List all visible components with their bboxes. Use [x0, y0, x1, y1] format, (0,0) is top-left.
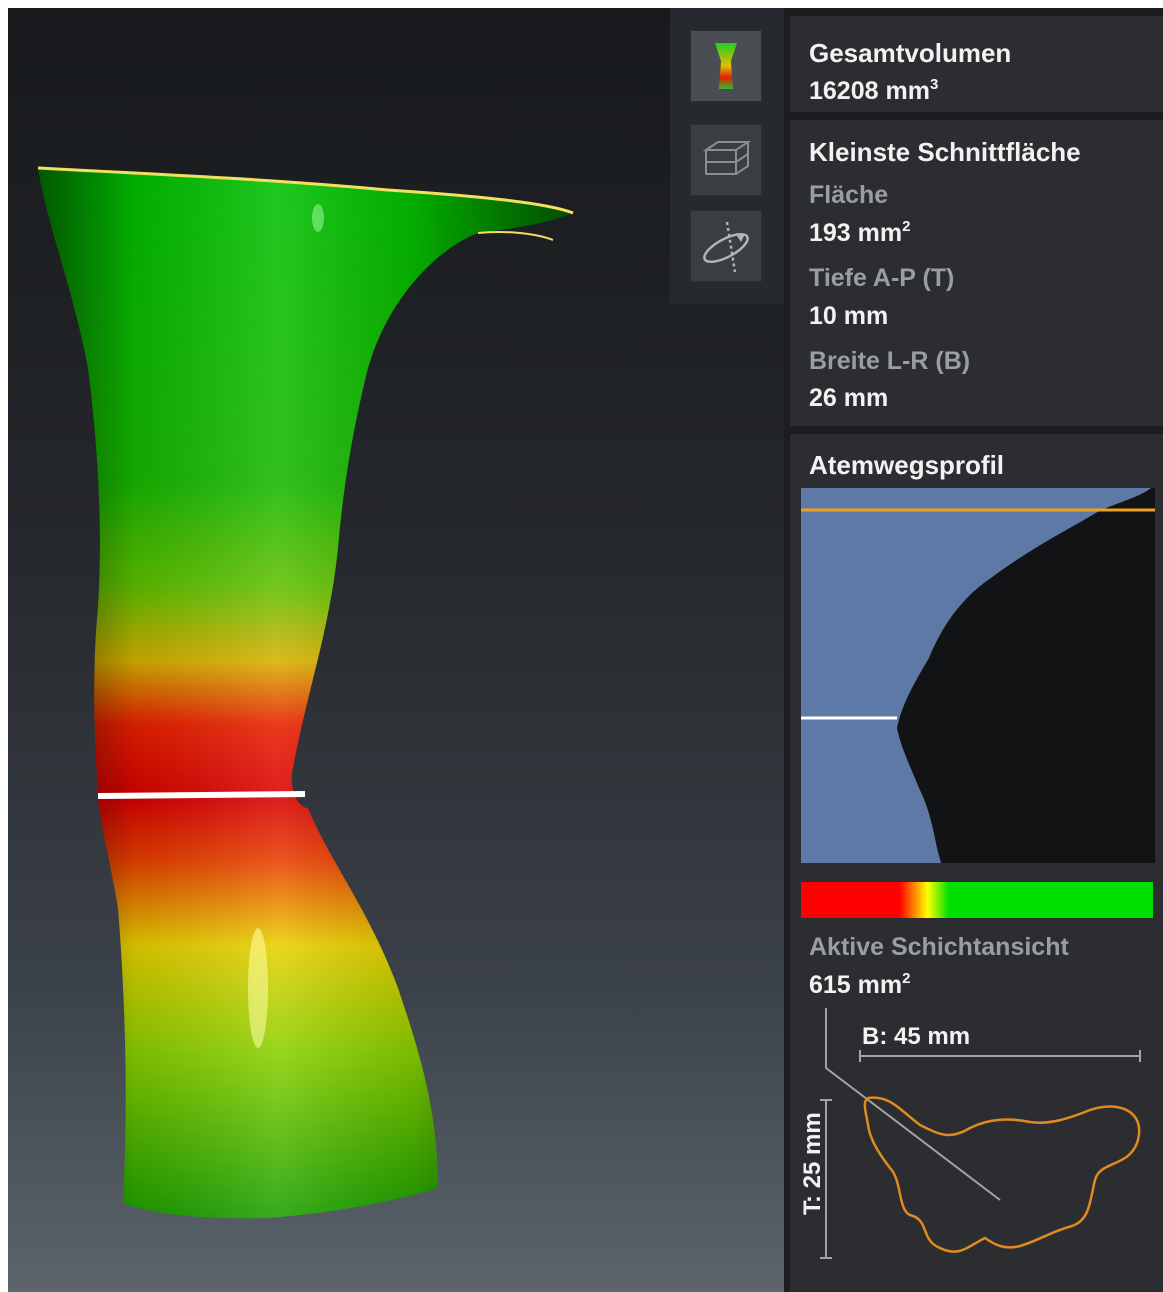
width-label: Breite L-R (B): [809, 347, 971, 375]
depth-value: 10 mm: [809, 302, 889, 330]
total-volume-title: Gesamtvolumen: [809, 38, 1012, 68]
width-measure-label: B: 45 mm: [862, 1023, 970, 1050]
rotate-plane-icon: [703, 221, 749, 273]
depth-label: Tiefe A-P (T): [809, 264, 955, 292]
smallest-section-box: Kleinste Schnittfläche Fläche 193 mm2 Ti…: [790, 120, 1163, 426]
area-value: 193 mm2: [809, 218, 911, 247]
airway-profile-graph[interactable]: [801, 488, 1155, 863]
smallest-section-title: Kleinste Schnittfläche: [809, 137, 1081, 167]
section-box-button[interactable]: [690, 124, 762, 196]
total-volume-value: 16208 mm3: [809, 76, 939, 105]
color-scale-bar: [801, 882, 1153, 918]
active-slice-label: Aktive Schichtansicht: [809, 933, 1069, 961]
airway-profile-box: Atemwegsprofil Aktive Schichtansicht 615…: [790, 434, 1163, 1292]
airway-3d-model[interactable]: [8, 8, 784, 1292]
cross-section-view: B: 45 mm T: 25 mm: [799, 1008, 1141, 1259]
3d-viewport[interactable]: [8, 8, 784, 1292]
width-value: 26 mm: [809, 384, 889, 412]
cross-section-contour: [863, 1096, 1141, 1253]
info-panel: Gesamtvolumen 16208 mm3 Kleinste Schnitt…: [784, 8, 1163, 1292]
area-label: Fläche: [809, 181, 889, 209]
section-box-icon: [702, 141, 752, 175]
airway-profile-title: Atemwegsprofil: [809, 450, 1005, 480]
total-volume-box: Gesamtvolumen 16208 mm3: [790, 16, 1163, 112]
airway-color-icon: [715, 43, 737, 89]
rotate-plane-button[interactable]: [690, 210, 762, 282]
depth-measure-label: T: 25 mm: [799, 1112, 826, 1215]
airway-color-button[interactable]: [690, 30, 762, 102]
active-slice-value: 615 mm2: [809, 970, 911, 999]
